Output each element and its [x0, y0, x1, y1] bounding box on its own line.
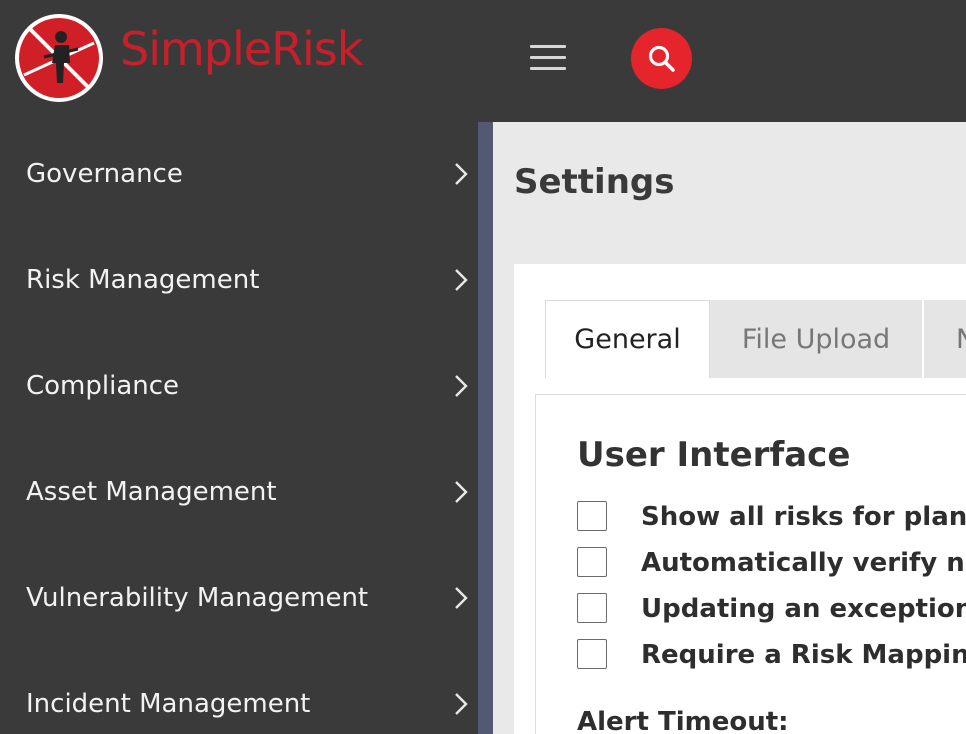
option-checkbox[interactable]: [577, 547, 607, 577]
sidebar-item-governance[interactable]: Governance: [0, 144, 478, 204]
sidebar-item-vulnerability-management[interactable]: Vulnerability Management: [0, 568, 478, 628]
page-title: Settings: [514, 162, 675, 202]
tab-next[interactable]: N: [924, 300, 966, 378]
general-tab-panel: User Interface Show all risks for planne…: [535, 394, 966, 734]
hamburger-menu-button[interactable]: [528, 45, 568, 71]
hamburger-icon: [530, 45, 566, 48]
settings-tabs: General File Upload N: [545, 300, 966, 378]
sidebar-item-label: Asset Management: [26, 477, 277, 507]
search-button[interactable]: [631, 28, 692, 89]
simplerisk-logo-icon[interactable]: [14, 13, 104, 103]
sidebar-item-label: Risk Management: [26, 265, 260, 295]
option-row: Automatically verify new: [577, 547, 966, 581]
chevron-right-icon: [455, 163, 468, 185]
chevron-right-icon: [455, 587, 468, 609]
settings-card: General File Upload N User Interface Sho…: [514, 264, 966, 734]
sidebar-divider: [478, 122, 493, 734]
chevron-right-icon: [455, 693, 468, 715]
option-label: Show all risks for planne: [641, 502, 966, 532]
sidebar-item-compliance[interactable]: Compliance: [0, 356, 478, 416]
sidebar-item-incident-management[interactable]: Incident Management: [0, 674, 478, 734]
option-row: Show all risks for planne: [577, 501, 966, 535]
section-title-user-interface: User Interface: [577, 435, 851, 475]
top-header: SimpleRisk: [0, 0, 966, 122]
sidebar-item-asset-management[interactable]: Asset Management: [0, 462, 478, 522]
option-row: Require a Risk Mapping f: [577, 639, 966, 673]
chevron-right-icon: [455, 375, 468, 397]
main-content: Settings General File Upload N User Inte…: [493, 122, 966, 734]
chevron-right-icon: [455, 481, 468, 503]
option-checkbox[interactable]: [577, 639, 607, 669]
chevron-right-icon: [455, 269, 468, 291]
option-row: Updating an exception m: [577, 593, 966, 627]
option-label: Updating an exception m: [641, 594, 966, 624]
tab-file-upload[interactable]: File Upload: [710, 300, 922, 378]
brand-name[interactable]: SimpleRisk: [120, 26, 363, 72]
sidebar-item-label: Incident Management: [26, 689, 311, 719]
sidebar-item-label: Vulnerability Management: [26, 583, 369, 613]
tab-general[interactable]: General: [545, 300, 710, 378]
hamburger-line: [530, 56, 566, 59]
hamburger-line: [530, 67, 566, 70]
sidebar-item-risk-management[interactable]: Risk Management: [0, 250, 478, 310]
sidebar-item-label: Governance: [26, 159, 183, 189]
option-checkbox[interactable]: [577, 593, 607, 623]
option-label: Automatically verify new: [641, 548, 966, 578]
option-checkbox[interactable]: [577, 501, 607, 531]
alert-timeout-label: Alert Timeout:: [577, 707, 789, 734]
sidebar: Governance Risk Management Compliance As…: [0, 122, 478, 734]
option-label: Require a Risk Mapping f: [641, 640, 966, 670]
search-icon: [648, 45, 675, 72]
sidebar-item-label: Compliance: [26, 371, 180, 401]
